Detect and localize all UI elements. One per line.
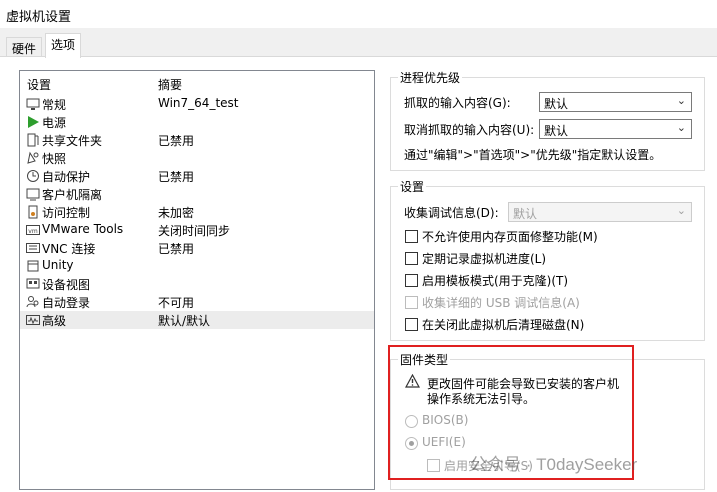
ungrab-input-select[interactable]: 默认 ⌄ — [539, 119, 692, 139]
list-item-summary: 已禁用 — [158, 170, 195, 184]
chevron-down-icon: ⌄ — [676, 204, 686, 217]
list-item-isolation[interactable]: 客户机隔离 — [20, 185, 374, 203]
list-item-summary: 未加密 — [158, 206, 195, 220]
isolation-icon — [26, 187, 40, 201]
vm-icon: vm — [26, 223, 40, 237]
list-item-snapshot[interactable]: 快照 — [20, 149, 374, 167]
priority-group-title: 进程优先级 — [398, 69, 463, 86]
checkbox-label: 启用模板模式(用于克隆)(T) — [422, 274, 569, 288]
list-item-label: 自动登录 — [42, 296, 91, 310]
list-item-shared-folders[interactable]: 共享文件夹 已禁用 — [20, 131, 374, 149]
checkbox-box[interactable] — [405, 274, 418, 287]
list-item-power[interactable]: 电源 — [20, 113, 374, 131]
log-progress-checkbox[interactable]: 定期记录虚拟机进度(L) — [405, 249, 695, 267]
list-item-general[interactable]: 常规 Win7_64_test — [20, 95, 374, 113]
list-item-label: VNC 连接 — [42, 242, 96, 256]
list-item-advanced[interactable]: 高级 默认/默认 — [20, 311, 374, 329]
debug-info-label: 收集调试信息(D): — [404, 206, 499, 220]
list-item-label: 访问控制 — [42, 206, 91, 220]
list-item-label: Unity — [42, 258, 74, 272]
watermark-text: 公众号 · T0daySeeker — [470, 455, 638, 474]
usb-debug-checkbox[interactable]: 收集详细的 USB 调试信息(A) — [405, 293, 695, 311]
priority-hint: 通过"编辑">"首选项">"优先级"指定默认设置。 — [404, 148, 662, 162]
tab-hardware[interactable]: 硬件 — [6, 37, 43, 57]
list-item-label: 自动保护 — [42, 170, 91, 184]
checkbox-label: 在关闭此虚拟机后清理磁盘(N) — [422, 318, 585, 332]
checkbox-label: 不允许使用内存页面修整功能(M) — [422, 230, 598, 244]
grab-input-value: 默认 — [544, 97, 569, 111]
window-title: 虚拟机设置 — [6, 10, 72, 25]
list-item-summary: 默认/默认 — [158, 314, 211, 328]
priority-group: 进程优先级 抓取的输入内容(G): 默认 ⌄ 取消抓取的输入内容(U): 默认 … — [390, 69, 705, 171]
ungrab-input-label: 取消抓取的输入内容(U): — [404, 123, 535, 137]
list-item-label: 常规 — [42, 98, 67, 112]
checkbox-label: 定期记录虚拟机进度(L) — [422, 252, 547, 266]
settings-group: 设置 收集调试信息(D): 默认 ⌄ 不允许使用内存页面修整功能(M) 定期记录… — [390, 178, 705, 341]
grab-input-select[interactable]: 默认 ⌄ — [539, 92, 692, 112]
unity-icon — [26, 259, 40, 273]
list-header: 设置 摘要 — [20, 71, 374, 93]
trim-memory-checkbox[interactable]: 不允许使用内存页面修整功能(M) — [405, 227, 695, 245]
list-item-unity[interactable]: Unity — [20, 257, 374, 275]
list-item-device-view[interactable]: 设备视图 — [20, 275, 374, 293]
tab-strip: 硬件 选项 — [0, 33, 717, 58]
list-item-label: 客户机隔离 — [42, 188, 103, 202]
vnc-icon — [26, 241, 40, 255]
debug-info-value: 默认 — [513, 207, 538, 221]
debug-info-select[interactable]: 默认 ⌄ — [508, 202, 692, 222]
list-item-summary: 已禁用 — [158, 134, 195, 148]
list-item-label: VMware Tools — [42, 222, 124, 236]
tab-hardware-label: 硬件 — [12, 42, 37, 56]
ungrab-input-value: 默认 — [544, 124, 569, 138]
checkbox-label: 收集详细的 USB 调试信息(A) — [422, 296, 580, 310]
list-item-autologin[interactable]: 自动登录 不可用 — [20, 293, 374, 311]
list-item-vnc[interactable]: VNC 连接 已禁用 — [20, 239, 374, 257]
list-item-summary: 已禁用 — [158, 242, 195, 256]
list-item-summary: Win7_64_test — [158, 96, 239, 110]
checkbox-box[interactable] — [405, 230, 418, 243]
window-titlebar: 虚拟机设置 — [0, 0, 717, 28]
list-item-summary: 关闭时间同步 — [158, 224, 231, 238]
settings-group-title: 设置 — [398, 178, 427, 195]
list-item-label: 快照 — [42, 152, 67, 166]
power-icon — [26, 115, 40, 129]
chevron-down-icon: ⌄ — [676, 94, 686, 107]
users-icon — [26, 295, 40, 309]
list-item-label: 电源 — [42, 116, 67, 130]
clean-disk-checkbox[interactable]: 在关闭此虚拟机后清理磁盘(N) — [405, 315, 695, 333]
lock-icon — [26, 205, 40, 219]
grab-input-label: 抓取的输入内容(G): — [404, 96, 511, 110]
list-item-access-control[interactable]: 访问控制 未加密 — [20, 203, 374, 221]
column-header-setting[interactable]: 设置 — [27, 76, 51, 93]
checkbox-box[interactable] — [405, 296, 418, 309]
device-view-icon — [26, 277, 40, 291]
pulse-icon — [26, 313, 40, 327]
tab-options[interactable]: 选项 — [45, 33, 82, 58]
snapshot-icon — [26, 151, 40, 165]
list-item-label: 设备视图 — [42, 278, 91, 292]
folder-icon — [26, 133, 40, 147]
checkbox-box[interactable] — [405, 318, 418, 331]
list-item-summary: 不可用 — [158, 296, 195, 310]
template-mode-checkbox[interactable]: 启用模板模式(用于克隆)(T) — [405, 271, 695, 289]
tab-options-label: 选项 — [51, 38, 76, 52]
column-header-summary[interactable]: 摘要 — [158, 76, 182, 93]
list-item-autoprotect[interactable]: 自动保护 已禁用 — [20, 167, 374, 185]
svg-text:vm: vm — [28, 228, 38, 235]
checkbox-box[interactable] — [405, 252, 418, 265]
list-item-vmware-tools[interactable]: vm VMware Tools 关闭时间同步 — [20, 221, 374, 239]
settings-list: 设置 摘要 常规 Win7_64_test 电源 共享文件夹 已禁用 快照 自动… — [19, 70, 375, 490]
list-item-label: 高级 — [42, 314, 67, 328]
list-item-label: 共享文件夹 — [42, 134, 103, 148]
chevron-down-icon: ⌄ — [676, 121, 686, 134]
monitor-icon — [26, 97, 40, 111]
clock-icon — [26, 169, 40, 183]
